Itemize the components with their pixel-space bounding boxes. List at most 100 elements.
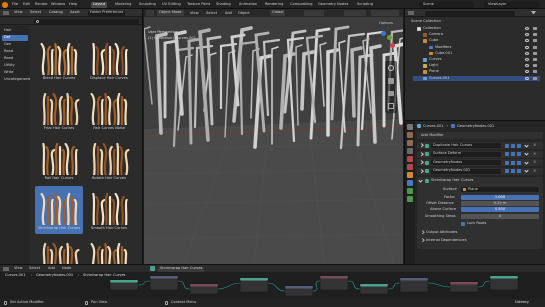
dropdown-chevron-icon[interactable]: [524, 142, 529, 148]
menu-file[interactable]: File: [12, 2, 18, 7]
node-menu-add[interactable]: Add: [48, 266, 55, 271]
render-tab-icon[interactable]: [407, 132, 413, 138]
outliner-row[interactable]: Cube: [413, 38, 540, 44]
catalog-item-deformation[interactable]: Def: [2, 35, 28, 41]
tab-compositing[interactable]: Compositing: [288, 2, 315, 8]
add-modifier-button[interactable]: Add Modifier: [417, 132, 543, 139]
edit-mode-icon[interactable]: [505, 152, 509, 156]
dropdown-chevron-icon[interactable]: [524, 159, 529, 165]
world-tab-icon[interactable]: [407, 164, 413, 170]
asset-tile[interactable]: Blend Hair Curves: [35, 36, 83, 84]
tab-texture-paint[interactable]: Texture Paint: [185, 2, 212, 8]
editor-type-icon[interactable]: [3, 266, 9, 271]
blender-logo-icon[interactable]: [2, 1, 8, 8]
tab-animation[interactable]: Animation: [237, 2, 259, 8]
pan-hand-icon[interactable]: [388, 78, 394, 84]
modifier-tab-icon[interactable]: [407, 180, 413, 186]
tab-scripting[interactable]: Scripting: [355, 2, 375, 8]
chevron-right-icon[interactable]: [418, 160, 423, 165]
camera-render-icon[interactable]: [533, 70, 537, 74]
modifier-row[interactable]: Surface Deform ×: [417, 150, 543, 158]
modifier-row[interactable]: GeometryNodes.001 ×: [417, 167, 543, 175]
view-layer-tab-icon[interactable]: [407, 148, 413, 154]
camera-render-icon[interactable]: [533, 27, 537, 30]
catalog-item-utility[interactable]: Utility: [2, 63, 28, 69]
visibility-eye-icon[interactable]: [525, 64, 529, 68]
menu-window[interactable]: Window: [51, 2, 65, 7]
catalog-item-write[interactable]: Write: [2, 70, 28, 76]
outliner-row[interactable]: Curves: [413, 57, 540, 63]
render-display-icon[interactable]: [517, 143, 521, 148]
menu-render[interactable]: Render: [35, 2, 48, 7]
editor-type-icon[interactable]: [408, 11, 414, 15]
asset-tile[interactable]: Shrinkwrap Hair Curves: [35, 186, 83, 234]
output-tab-icon[interactable]: [407, 140, 413, 146]
edit-mode-icon[interactable]: [505, 143, 509, 148]
zoom-icon[interactable]: [388, 65, 394, 71]
options-dropdown[interactable]: Options: [377, 21, 395, 27]
outliner-row[interactable]: Plane: [413, 69, 540, 75]
visibility-eye-icon[interactable]: [525, 39, 529, 43]
camera-render-icon[interactable]: [533, 64, 537, 68]
navigation-gizmo[interactable]: [370, 31, 398, 59]
visibility-eye-icon[interactable]: [525, 33, 529, 37]
tool-tab-icon[interactable]: [407, 124, 413, 130]
catalog-item-read[interactable]: Read: [2, 49, 28, 55]
asset-menu-asset[interactable]: Asset: [70, 11, 80, 15]
orientation-dropdown[interactable]: Global: [270, 10, 286, 16]
visibility-eye-icon[interactable]: [525, 76, 529, 80]
edit-mode-icon[interactable]: [505, 169, 509, 173]
surface-field[interactable]: Plane: [461, 187, 539, 192]
viewport-menu-add[interactable]: Add: [225, 11, 232, 16]
z-axis-icon[interactable]: [381, 31, 386, 36]
modifier-name-field[interactable]: GeometryNodes.001: [431, 168, 501, 174]
chevron-right-icon[interactable]: [420, 238, 425, 243]
overlays-toggle[interactable]: [344, 10, 366, 16]
chevron-right-icon[interactable]: [420, 230, 425, 235]
outliner-row[interactable]: Modifiers: [413, 45, 540, 51]
render-display-icon[interactable]: [517, 160, 521, 165]
camera-render-icon[interactable]: [533, 58, 537, 61]
object-tab-icon[interactable]: [407, 172, 413, 178]
asset-tile[interactable]: Frizz Hair Curves: [35, 86, 83, 134]
visibility-eye-icon[interactable]: [525, 27, 529, 30]
tab-shading[interactable]: Shading: [214, 2, 233, 8]
asset-tile[interactable]: Displace Hair Curves: [85, 36, 133, 84]
camera-render-icon[interactable]: [533, 39, 537, 43]
editor-type-icon[interactable]: [3, 11, 9, 15]
modifier-row[interactable]: Duplicate Hair Curves ×: [417, 142, 543, 149]
catalog-item-hair[interactable]: Hair: [2, 28, 28, 34]
node-menu-select[interactable]: Select: [29, 266, 40, 271]
catalog-item-read-2[interactable]: Read: [2, 56, 28, 62]
catalog-item-uncategorized[interactable]: Uncategorized: [2, 77, 30, 83]
offset-distance-field[interactable]: 0.22 m: [461, 201, 539, 206]
dropdown-chevron-icon[interactable]: [524, 168, 529, 173]
above-surface-slider[interactable]: 0.500: [461, 207, 539, 212]
editor-type-icon[interactable]: [146, 10, 154, 16]
tab-uv-editing[interactable]: UV Editing: [160, 2, 183, 8]
tab-rendering[interactable]: Rendering: [263, 2, 285, 8]
shading-buttons[interactable]: [371, 10, 399, 16]
viewport-display-icon[interactable]: [511, 169, 515, 173]
filter-icon[interactable]: [531, 11, 536, 15]
asset-menu-view[interactable]: View: [14, 11, 23, 15]
modifier-row[interactable]: GeometryNodes ×: [417, 159, 543, 166]
render-display-icon[interactable]: [517, 152, 521, 156]
search-input[interactable]: [34, 18, 139, 24]
viewport-display-icon[interactable]: [511, 143, 515, 148]
chevron-right-icon[interactable]: [418, 169, 423, 173]
tab-geometry-nodes[interactable]: Geometry Nodes: [316, 2, 350, 8]
viewport-menu-view[interactable]: View: [190, 11, 199, 16]
outliner-row[interactable]: Curves.001: [413, 75, 540, 82]
asset-tile[interactable]: Roll Hair Curves: [35, 136, 83, 184]
x-axis-icon[interactable]: [390, 43, 395, 48]
tab-sculpting[interactable]: Sculpting: [137, 2, 158, 8]
tab-modeling[interactable]: Modeling: [113, 2, 133, 8]
chevron-right-icon[interactable]: [418, 143, 423, 148]
node-editor[interactable]: View Select Add Node Shrinkwrap Hair Cur…: [0, 264, 545, 299]
camera-render-icon[interactable]: [533, 51, 537, 55]
chevron-right-icon[interactable]: [418, 152, 423, 156]
visibility-eye-icon[interactable]: [525, 51, 529, 55]
internal-dependencies-panel[interactable]: Internal Dependencies: [426, 238, 467, 243]
catalog-item-generation[interactable]: Gen: [2, 42, 28, 48]
